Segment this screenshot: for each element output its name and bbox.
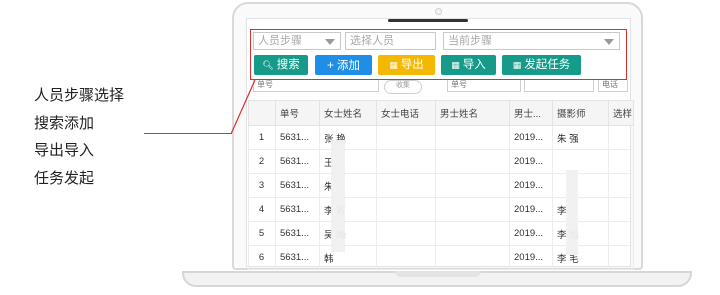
groom-name-cell xyxy=(435,245,510,270)
laptop-base-notch xyxy=(395,271,481,277)
row-index: 2 xyxy=(248,149,276,174)
column-header[interactable]: 男士... xyxy=(509,100,553,126)
column-header[interactable]: 选样 xyxy=(607,100,635,126)
annotation-line: 任务发起 xyxy=(34,169,95,187)
phone-filter-input[interactable]: 电话 xyxy=(598,80,628,92)
screen-top-bar xyxy=(388,19,468,22)
date-cell: 2019... xyxy=(509,221,553,246)
photographer-cell: 李 xyxy=(552,197,609,222)
photographer-cell xyxy=(552,149,609,174)
phone-filter-label: 电话 xyxy=(602,80,618,89)
column-header[interactable]: 单号 xyxy=(275,100,320,126)
date-cell: 2019... xyxy=(509,149,553,174)
bride-phone-cell xyxy=(376,173,436,198)
row-index: 4 xyxy=(248,197,276,222)
photographer-cell: 李 旭 xyxy=(552,221,609,246)
order-filter-input[interactable]: 单号 xyxy=(253,80,379,92)
selection-cell xyxy=(607,149,635,174)
bride-name-cell: 张 艳 xyxy=(319,125,377,150)
bride-phone-cell xyxy=(376,149,436,174)
photographer-cell: 朱 强 xyxy=(552,125,609,150)
annotation-leader-diagonal xyxy=(230,79,256,135)
row-index: 6 xyxy=(248,245,276,270)
privacy-blur xyxy=(566,170,578,255)
order-filter-label-2: 单号 xyxy=(451,80,467,89)
order-cell: 5631... xyxy=(275,245,320,270)
bride-phone-cell xyxy=(376,221,436,246)
photographer-cell: 李 毛 xyxy=(552,245,609,270)
date-cell: 2019... xyxy=(509,197,553,222)
column-header[interactable]: 男士姓名 xyxy=(435,100,510,126)
table-header-row: 单号 女士姓名 女士电话 男士姓名 男士... 摄影师 选样 xyxy=(248,100,635,126)
bride-name-cell: 朱 xyxy=(319,173,377,198)
date-cell: 2019... xyxy=(509,125,553,150)
collect-toggle[interactable]: 收集 xyxy=(384,80,422,94)
groom-name-cell xyxy=(435,221,510,246)
date-cell: 2019... xyxy=(509,173,553,198)
annotation-line: 人员步骤选择 xyxy=(34,87,125,104)
collect-toggle-label: 收集 xyxy=(396,82,410,89)
highlight-box xyxy=(250,29,627,80)
annotation-list: 人员步骤选择 搜索添加 导出导入 任务发起 xyxy=(34,82,124,192)
annotation-line: 导出导入 xyxy=(34,142,95,159)
groom-name-cell xyxy=(435,125,510,150)
table-row[interactable]: 1 5631... 张 艳 2019... 朱 强 xyxy=(248,125,635,150)
annotation-leader-line xyxy=(144,133,232,134)
order-cell: 5631... xyxy=(275,173,320,198)
column-header[interactable]: 女士电话 xyxy=(376,100,436,126)
row-index: 5 xyxy=(248,221,276,246)
selection-cell xyxy=(607,245,635,270)
groom-name-cell xyxy=(435,173,510,198)
bride-name-cell: 李 芳 xyxy=(319,197,377,222)
column-header[interactable]: 摄影师 xyxy=(552,100,609,126)
order-filter-label: 单号 xyxy=(257,80,273,89)
selection-cell xyxy=(607,197,635,222)
order-filter-input-2[interactable]: 单号 xyxy=(447,80,521,92)
order-cell: 5631... xyxy=(275,197,320,222)
bride-phone-cell xyxy=(376,125,436,150)
groom-name-cell xyxy=(435,197,510,222)
groom-name-cell xyxy=(435,149,510,174)
photographer-cell xyxy=(552,173,609,198)
annotation-line: 搜索添加 xyxy=(34,114,95,132)
selection-cell xyxy=(607,125,635,150)
bride-phone-cell xyxy=(376,245,436,270)
camera-icon xyxy=(435,8,442,15)
order-cell: 5631... xyxy=(275,149,320,174)
order-cell: 5631... xyxy=(275,125,320,150)
bride-name-cell: 王 xyxy=(319,149,377,174)
bride-phone-cell xyxy=(376,197,436,222)
privacy-blur xyxy=(331,140,345,252)
column-header[interactable]: 女士姓名 xyxy=(319,100,377,126)
row-index: 3 xyxy=(248,173,276,198)
bride-name-cell: 吴 梅 xyxy=(319,221,377,246)
bride-name-cell: 韩 xyxy=(319,245,377,270)
selection-cell xyxy=(607,221,635,246)
selection-cell xyxy=(607,173,635,198)
order-cell: 5631... xyxy=(275,221,320,246)
date-cell: 2019... xyxy=(509,245,553,270)
extra-filter-input[interactable] xyxy=(524,80,594,92)
